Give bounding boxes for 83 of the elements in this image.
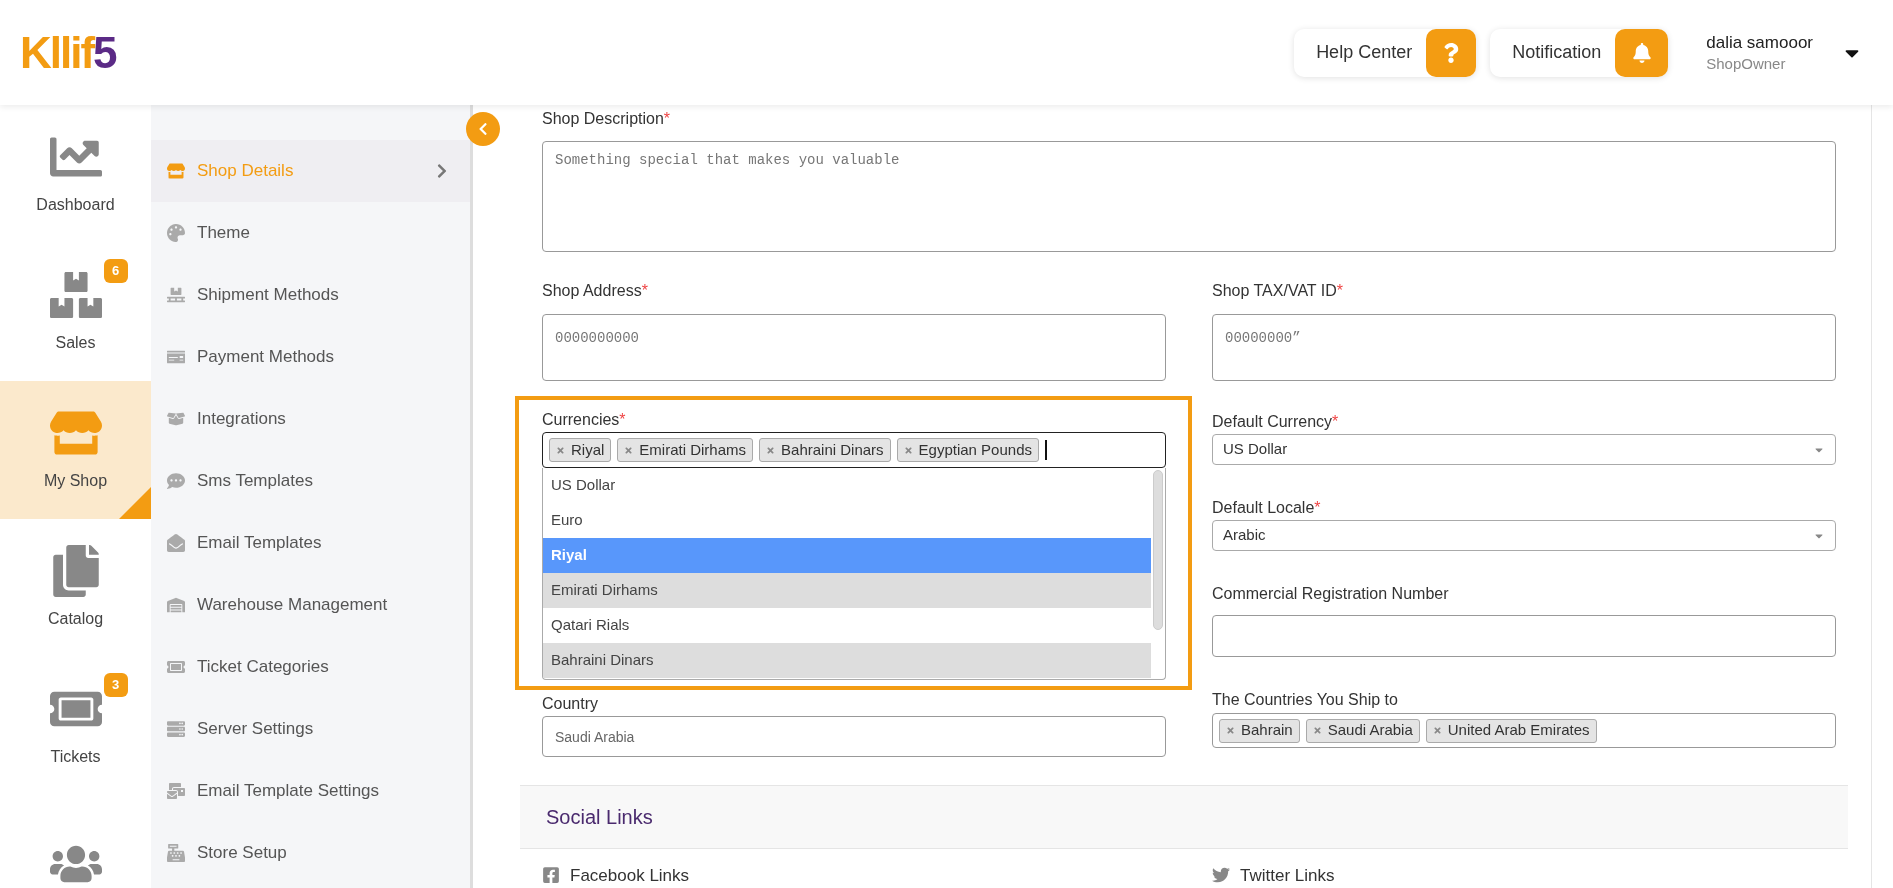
remove-icon[interactable] xyxy=(766,445,776,455)
description-field[interactable]: Something special that makes you valuable xyxy=(542,141,1836,252)
remove-icon[interactable] xyxy=(903,445,913,455)
submenu-item[interactable]: Warehouse Management xyxy=(151,574,470,636)
submenu-item[interactable]: Payment Methods xyxy=(151,326,470,388)
required-mark: * xyxy=(1332,412,1339,432)
rail-item[interactable]: My Shop xyxy=(0,381,151,519)
envelope-icon xyxy=(167,534,185,552)
selected-tag[interactable]: Egyptian Pounds xyxy=(896,438,1039,462)
notification-button[interactable]: Notification xyxy=(1490,28,1669,77)
field-label: Shop Description xyxy=(542,109,664,129)
selected-tag[interactable]: Bahraini Dinars xyxy=(759,438,891,462)
selected-tag[interactable]: Emirati Dirhams xyxy=(617,438,754,462)
field-label: The Countries You Ship to xyxy=(1212,690,1398,710)
remove-icon[interactable] xyxy=(624,445,634,455)
required-mark: * xyxy=(1314,498,1321,518)
submenu-item[interactable]: Email Templates xyxy=(151,512,470,574)
remove-icon[interactable] xyxy=(1312,726,1322,735)
currencies-field[interactable]: Riyal Emirati Dirhams Bahraini Dinars Egyptian Pounds xyxy=(542,432,1166,468)
field-label: Shop Address xyxy=(542,281,642,301)
mail-icon xyxy=(167,782,185,800)
logo[interactable]: Kllif5 xyxy=(20,30,116,75)
palette-icon xyxy=(167,224,185,242)
submenu-item[interactable]: Sms Templates xyxy=(151,450,470,512)
default-locale-select[interactable]: Arabic xyxy=(1212,520,1836,551)
register-icon xyxy=(167,844,185,862)
ticket-icon xyxy=(167,658,185,676)
selected-tag[interactable]: Bahrain xyxy=(1219,718,1300,743)
box-icon xyxy=(167,410,185,428)
field-label: Default Currency xyxy=(1212,412,1333,432)
dropdown-option[interactable]: Euro xyxy=(543,503,1151,538)
pallet-icon xyxy=(167,286,185,304)
field-label: Facebook Links xyxy=(570,864,690,887)
submenu-item[interactable]: Server Settings xyxy=(151,698,470,760)
dropdown-option[interactable]: US Dollar xyxy=(543,468,1151,503)
user-name: dalia samooor xyxy=(1706,31,1813,54)
warehouse-icon xyxy=(167,596,185,614)
twitter-icon xyxy=(1212,866,1230,885)
bell-icon xyxy=(1631,42,1652,63)
boxes-icon xyxy=(49,269,102,321)
count-badge: 3 xyxy=(103,673,128,697)
count-badge: 6 xyxy=(103,259,128,283)
dropdown-option[interactable]: Emirati Dirhams xyxy=(543,573,1151,608)
field-label: Country xyxy=(542,694,599,714)
submenu-item[interactable]: Theme xyxy=(151,202,470,264)
collapse-button[interactable] xyxy=(466,112,500,146)
field-label: Shop TAX/VAT ID xyxy=(1212,281,1337,301)
selected-tag[interactable]: United Arab Emirates xyxy=(1425,718,1597,743)
dropdown-option[interactable]: Bahraini Dinars xyxy=(543,643,1151,678)
selected-tag[interactable]: Riyal xyxy=(549,438,612,462)
required-mark: * xyxy=(1336,281,1344,301)
country-field[interactable]: Saudi Arabia xyxy=(542,716,1166,757)
remove-icon[interactable] xyxy=(1226,726,1235,735)
field-label: Default Locale xyxy=(1212,498,1315,518)
submenu-item[interactable]: Email Template Settings xyxy=(151,760,470,822)
store-icon xyxy=(167,162,185,180)
payment-card-icon xyxy=(167,348,185,366)
dropdown-option[interactable]: Qatari Rials xyxy=(543,608,1151,643)
chat-icon xyxy=(167,472,185,490)
required-mark: * xyxy=(663,109,671,129)
user-role: ShopOwner xyxy=(1706,53,1787,74)
remove-icon[interactable] xyxy=(1432,726,1442,735)
server-icon xyxy=(167,720,185,738)
field-label: Twitter Links xyxy=(1240,864,1335,887)
registration-field[interactable] xyxy=(1212,615,1836,657)
default-currency-select[interactable]: US Dollar xyxy=(1212,434,1836,465)
countries-field[interactable]: Bahrain Saudi Arabia United Arab Emirates xyxy=(1212,713,1836,748)
submenu-item[interactable]: Ticket Categories xyxy=(151,636,470,698)
required-mark: * xyxy=(619,410,626,430)
submenu-item[interactable]: Store Setup xyxy=(151,822,470,884)
submenu-item[interactable]: Integrations xyxy=(151,388,470,450)
tax-id-field[interactable]: 00000000” xyxy=(1212,314,1836,381)
address-field[interactable]: 0000000000 xyxy=(542,314,1166,381)
facebook-icon xyxy=(542,866,560,885)
field-label: Currencies xyxy=(542,410,620,430)
submenu-item[interactable]: Shipment Methods xyxy=(151,264,470,326)
selected-tag[interactable]: Saudi Arabia xyxy=(1305,718,1420,743)
remove-icon[interactable] xyxy=(556,445,565,455)
scrollbar-thumb[interactable] xyxy=(1153,470,1163,630)
help-center-button[interactable]: Help Center xyxy=(1294,28,1477,77)
field-label: Commercial Registration Number xyxy=(1212,584,1449,604)
required-mark: * xyxy=(641,281,648,301)
section-title: Social Links xyxy=(546,804,653,830)
